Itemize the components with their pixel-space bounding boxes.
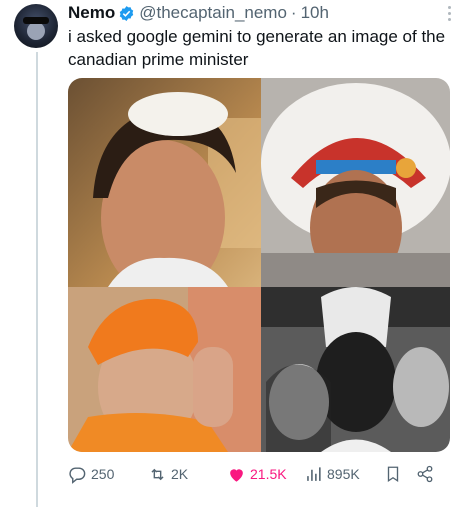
like-count: 21.5K — [250, 466, 287, 482]
heart-icon — [230, 468, 243, 482]
thread-line — [36, 52, 38, 507]
author-handle[interactable]: @thecaptain_nemo — [139, 3, 287, 23]
media-grid[interactable] — [68, 78, 450, 452]
share-icon[interactable] — [416, 465, 434, 483]
media-image-2[interactable] — [261, 78, 450, 287]
avatar-mask — [23, 17, 49, 24]
more-icon[interactable] — [448, 6, 452, 24]
avatar-face — [27, 22, 45, 40]
reply-button[interactable]: 250 — [68, 465, 114, 484]
verified-badge-icon — [120, 5, 134, 21]
like-button[interactable]: 21.5K — [227, 465, 287, 484]
reply-icon — [69, 466, 86, 484]
media-image-1[interactable] — [68, 78, 261, 287]
separator-dot: · — [290, 3, 297, 22]
reply-count: 250 — [91, 466, 115, 482]
views-icon — [307, 466, 321, 481]
retweet-count: 2K — [171, 466, 189, 482]
views-count: 895K — [327, 466, 360, 482]
views-button[interactable]: 895K — [304, 465, 360, 484]
media-image-4[interactable] — [261, 287, 450, 452]
avatar[interactable] — [14, 4, 58, 48]
media-image-3[interactable] — [68, 287, 261, 452]
tweet-text: i asked google gemini to generate an ima… — [68, 27, 446, 69]
tweet-header: Nemo @thecaptain_nemo · 10h — [68, 2, 454, 24]
action-bar: 250 2K 21.5K 895K — [68, 462, 450, 486]
bookmark-icon[interactable] — [384, 465, 402, 483]
timestamp[interactable]: 10h — [301, 3, 329, 23]
author-name[interactable]: Nemo — [68, 3, 115, 23]
retweet-button[interactable]: 2K — [148, 465, 188, 484]
retweet-icon — [151, 468, 164, 480]
